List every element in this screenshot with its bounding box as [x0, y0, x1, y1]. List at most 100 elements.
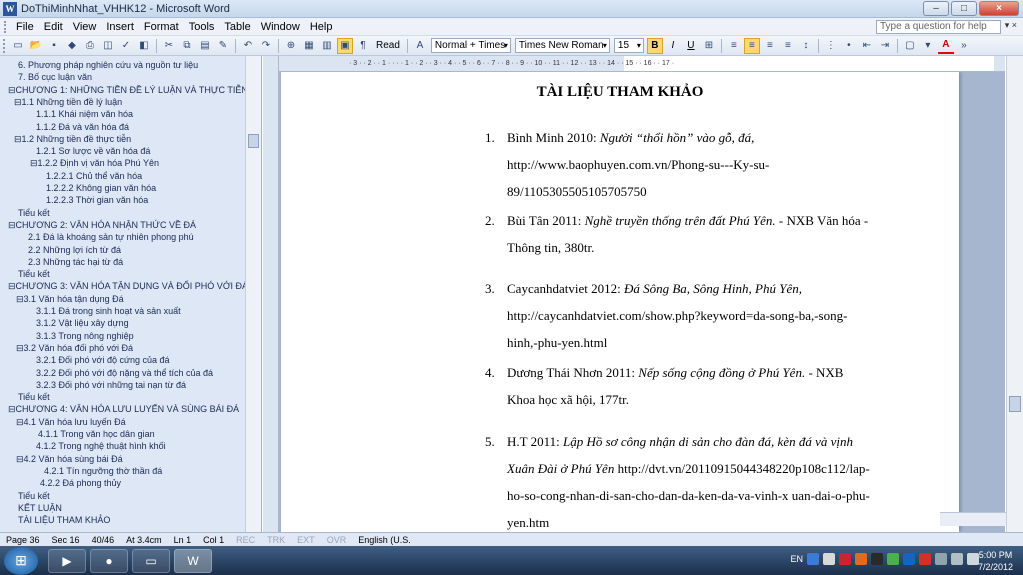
clock[interactable]: 5:00 PM 7/2/2012	[978, 549, 1013, 573]
document-map-item[interactable]: ⊟CHƯƠNG 1: NHỮNG TIỀN ĐỀ LÝ LUẬN VÀ THỰC…	[8, 85, 248, 96]
document-map-item[interactable]: 3.2.3 Đối phó với những tai nạn từ đá	[36, 380, 186, 390]
document-map-item[interactable]: 3.2.1 Đối phó với độ cứng của đá	[36, 355, 170, 365]
document-map-item[interactable]: ⊟4.2 Văn hóa sùng bái Đá	[16, 454, 123, 465]
menu-help[interactable]: Help	[305, 21, 338, 33]
document-map-item[interactable]: 3.1.3 Trong nông nghiệp	[36, 331, 134, 341]
decrease-indent-icon[interactable]: ⇤	[859, 38, 875, 54]
horizontal-scrollbar[interactable]	[940, 512, 1006, 526]
print-icon[interactable]: ⎙	[82, 38, 98, 54]
numbering-icon[interactable]: ⋮	[823, 38, 839, 54]
character-border-icon[interactable]: ⊞	[701, 38, 717, 54]
battery-icon[interactable]	[951, 553, 963, 565]
menu-file[interactable]: File	[11, 21, 39, 33]
tray-app-icon[interactable]	[919, 553, 931, 565]
close-button[interactable]: ×	[979, 1, 1019, 16]
explorer-folder-icon[interactable]: ▭	[132, 548, 170, 573]
toolbar-options-icon[interactable]: »	[956, 38, 972, 54]
document-map-item[interactable]: 1.1.1 Khái niệm văn hóa	[36, 109, 133, 119]
tray-language[interactable]: EN	[790, 554, 803, 564]
network-icon[interactable]	[935, 553, 947, 565]
document-map-item[interactable]: 1.2.2.1 Chủ thể văn hóa	[46, 171, 142, 181]
italic-button[interactable]: I	[665, 38, 681, 54]
document-map-item[interactable]: 4.1.2 Trong nghệ thuật hình khối	[36, 441, 166, 451]
document-map-item[interactable]: 6. Phương pháp nghiên cứu và nguồn tư li…	[18, 60, 198, 70]
tray-app-icon[interactable]	[887, 553, 899, 565]
font-size-select[interactable]: 15 ▾	[613, 38, 644, 53]
copy-icon[interactable]: ⧉	[179, 38, 195, 54]
menu-edit[interactable]: Edit	[39, 21, 68, 33]
document-map-item[interactable]: 2.2 Những lợi ích từ đá	[28, 245, 121, 255]
tray-app-icon[interactable]	[903, 553, 915, 565]
align-center-icon[interactable]: ≡	[743, 37, 760, 54]
firefox-icon[interactable]: ●	[90, 548, 128, 573]
document-map-item[interactable]: 4.1.1 Trong văn học dân gian	[38, 429, 155, 439]
document-map-icon[interactable]: ▣	[337, 37, 353, 54]
menu-format[interactable]: Format	[139, 21, 184, 33]
line-spacing-icon[interactable]: ↕	[798, 38, 814, 54]
align-left-icon[interactable]: ≡	[726, 38, 742, 54]
document-map-item[interactable]: ⊟CHƯƠNG 3: VĂN HÓA TẬN DỤNG VÀ ĐỐI PHÓ V…	[8, 281, 248, 292]
document-map-item[interactable]: 7. Bố cục luận văn	[18, 72, 92, 82]
scrollbar-thumb[interactable]	[1009, 396, 1021, 412]
menu-insert[interactable]: Insert	[101, 21, 139, 33]
document-map-item[interactable]: 2.1 Đá là khoáng sản tự nhiên phong phú	[28, 232, 194, 242]
new-document-icon[interactable]: ▭	[10, 38, 26, 54]
save-icon[interactable]: ▪	[46, 38, 62, 54]
tray-v-icon[interactable]	[839, 553, 851, 565]
insert-table-icon[interactable]: ▥	[319, 38, 335, 54]
document-map-item[interactable]: Tiểu kết	[18, 208, 50, 218]
tray-app-icon[interactable]	[823, 553, 835, 565]
document-map-item[interactable]: 1.2.2.2 Không gian văn hóa	[46, 183, 156, 193]
show-hide-icon[interactable]: ¶	[355, 38, 371, 54]
document-map-item[interactable]: Tiểu kết	[18, 491, 50, 501]
paste-icon[interactable]: ▤	[197, 38, 213, 54]
media-player-icon[interactable]: ▶	[48, 548, 86, 573]
tray-b-icon[interactable]	[855, 553, 867, 565]
underline-button[interactable]: U	[683, 38, 699, 54]
help-question-input[interactable]: Type a question for help	[876, 20, 1001, 34]
font-color-button[interactable]: A	[937, 38, 954, 54]
document-map-item[interactable]: 4.2.1 Tín ngưỡng thờ thần đá	[44, 466, 162, 476]
undo-icon[interactable]: ↶	[240, 38, 256, 54]
status-language[interactable]: English (U.S.	[352, 535, 417, 545]
vertical-scrollbar[interactable]	[1006, 56, 1023, 532]
start-button-windows-icon[interactable]: ⊞	[4, 546, 38, 575]
redo-icon[interactable]: ↷	[258, 38, 274, 54]
outside-border-icon[interactable]: ▢	[902, 38, 918, 54]
tray-app-icon[interactable]	[871, 553, 883, 565]
cut-icon[interactable]: ✂	[161, 38, 177, 54]
menu-window[interactable]: Window	[256, 21, 305, 33]
tables-borders-icon[interactable]: ▦	[301, 38, 317, 54]
bullets-icon[interactable]: •	[841, 38, 857, 54]
document-map-item[interactable]: TÀI LIỆU THAM KHẢO	[18, 515, 110, 525]
hyperlink-icon[interactable]: ⊕	[283, 38, 299, 54]
spelling-icon[interactable]: ✓	[118, 38, 134, 54]
permission-icon[interactable]: ◆	[64, 38, 80, 54]
document-map-item[interactable]: ⊟CHƯƠNG 4: VĂN HÓA LƯU LUYẾN VÀ SÙNG BÁI…	[8, 404, 239, 415]
help-close-icon[interactable]: ▾ ×	[1005, 20, 1017, 31]
font-select[interactable]: Times New Roman ▾	[514, 38, 610, 53]
status-ovr[interactable]: OVR	[321, 535, 353, 545]
document-map-item[interactable]: 1.2.1 Sơ lược về văn hóa đá	[36, 146, 150, 156]
help-tray-icon[interactable]	[807, 553, 819, 565]
document-map-item[interactable]: 1.1.2 Đá và văn hóa đá	[36, 122, 129, 132]
research-icon[interactable]: ◧	[136, 38, 152, 54]
document-map-item[interactable]: ⊟4.1 Văn hóa lưu luyến Đá	[16, 417, 126, 428]
minimize-button[interactable]: –	[923, 1, 949, 16]
menu-grip-handle[interactable]	[4, 20, 7, 33]
document-map-scrollbar[interactable]	[245, 56, 261, 532]
document-map-item[interactable]: 3.1.1 Đá trong sinh hoạt và sản xuất	[36, 306, 181, 316]
document-map-item[interactable]: ⊟1.2.2 Định vị văn hóa Phú Yên	[30, 158, 159, 169]
document-map-item[interactable]: ⊟3.1 Văn hóa tận dụng Đá	[16, 294, 124, 305]
word-taskbar-icon[interactable]: W	[174, 548, 212, 573]
menu-tools[interactable]: Tools	[184, 21, 220, 33]
document-page[interactable]: TÀI LIỆU THAM KHẢO 1. Bình Minh 2010: Ngư…	[281, 72, 959, 532]
style-select[interactable]: Normal + Times ▾	[430, 38, 511, 53]
highlight-icon[interactable]: ▾	[920, 38, 936, 54]
document-map-item[interactable]: 1.2.2.3 Thời gian văn hóa	[46, 195, 148, 205]
increase-indent-icon[interactable]: ⇥	[877, 38, 893, 54]
maximize-button[interactable]: □	[951, 1, 977, 16]
status-rec[interactable]: REC	[230, 535, 261, 545]
document-map-item[interactable]: Tiểu kết	[18, 392, 50, 402]
horizontal-ruler[interactable]: · 3 · · 2 · · 1 · · · · 1 · · 2 · · 3 · …	[279, 56, 1005, 72]
